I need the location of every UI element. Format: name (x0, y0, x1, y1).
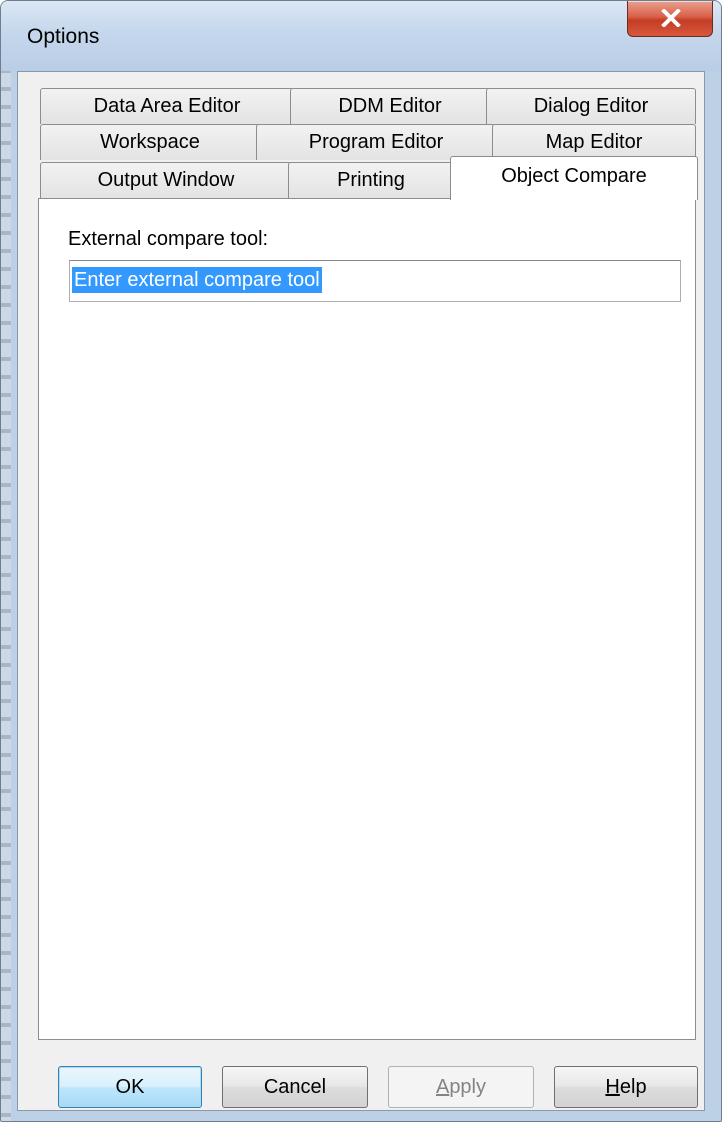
options-dialog: Options Data Area Editor DDM Editor Dial… (0, 0, 722, 1122)
close-icon (661, 9, 681, 27)
selected-text: Enter external compare tool (72, 267, 322, 293)
ok-button[interactable]: OK (58, 1066, 202, 1108)
help-button[interactable]: Help (554, 1066, 698, 1108)
tab-dialog-editor[interactable]: Dialog Editor (486, 88, 696, 124)
background-window-edge (1, 1, 11, 1121)
apply-button[interactable]: Apply (388, 1066, 534, 1108)
tab-program-editor[interactable]: Program Editor (256, 124, 496, 160)
dialog-client-area: Data Area Editor DDM Editor Dialog Edito… (17, 71, 705, 1111)
external-compare-tool-input[interactable]: Enter external compare tool (69, 260, 681, 302)
tab-ddm-editor[interactable]: DDM Editor (290, 88, 490, 124)
help-accelerator: H (605, 1076, 620, 1098)
help-label-rest: elp (619, 1076, 647, 1098)
tab-object-compare[interactable]: Object Compare (450, 156, 698, 200)
tab-printing[interactable]: Printing (288, 162, 454, 198)
tab-page-object-compare (38, 198, 696, 1040)
apply-label-rest: pply (449, 1076, 487, 1098)
tab-workspace[interactable]: Workspace (40, 124, 260, 160)
tab-output-window[interactable]: Output Window (40, 162, 292, 198)
title-bar[interactable]: Options (1, 1, 721, 71)
apply-accelerator: A (435, 1076, 450, 1098)
tab-data-area-editor[interactable]: Data Area Editor (40, 88, 294, 124)
window-title: Options (27, 25, 100, 48)
tab-map-editor[interactable]: Map Editor (492, 124, 696, 160)
cancel-button[interactable]: Cancel (222, 1066, 368, 1108)
external-compare-tool-label: External compare tool: (68, 228, 269, 250)
close-button[interactable] (627, 1, 713, 37)
